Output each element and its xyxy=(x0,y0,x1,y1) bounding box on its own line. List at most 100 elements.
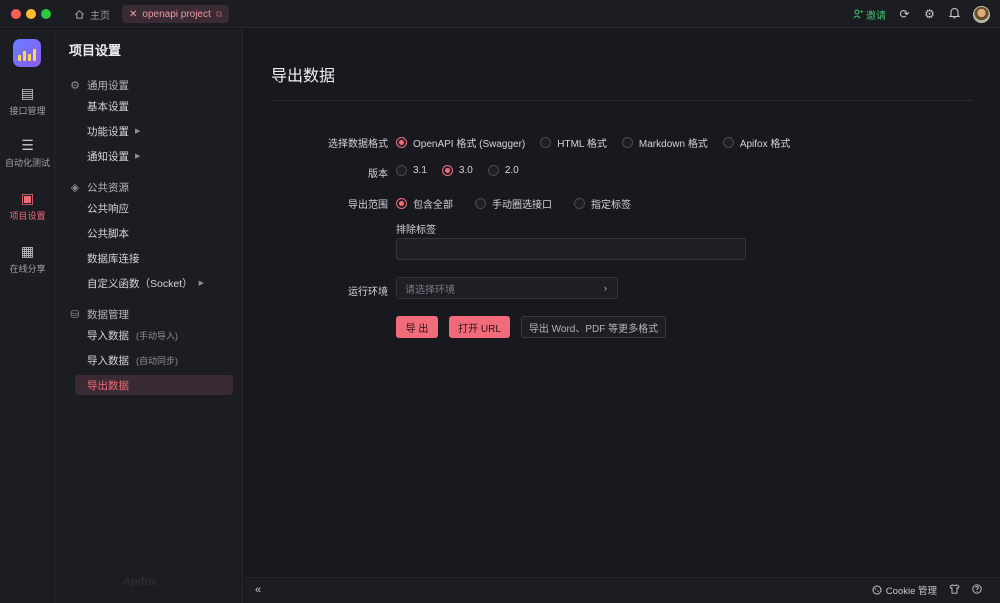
sidebar-item-public-script[interactable]: 公共脚本 xyxy=(75,223,233,243)
layers-icon: ☰ xyxy=(21,137,34,153)
sidebar-item-label: 导出数据 xyxy=(87,379,129,392)
radio-dot xyxy=(396,198,407,209)
export-more-formats-button[interactable]: 导出 Word、PDF 等更多格式 xyxy=(521,316,666,338)
gear-icon: ⚙ xyxy=(70,80,80,92)
radio-format-markdown[interactable]: Markdown 格式 xyxy=(621,135,708,150)
sidebar-item-label: 公共响应 xyxy=(87,202,129,215)
radio-label: 手动圈选接口 xyxy=(492,200,552,211)
sidebar-item-custom-function[interactable]: 自定义函数（Socket） ▶ xyxy=(75,273,233,293)
minimize-window-button[interactable] xyxy=(26,9,36,19)
tab-home-label: 主页 xyxy=(90,10,110,22)
format-label: 选择数据格式 xyxy=(328,139,388,150)
rail-item-automation-test[interactable]: ☰ 自动化测试 xyxy=(0,138,55,169)
external-link-icon[interactable]: ⧉ xyxy=(216,9,222,20)
shirt-icon[interactable] xyxy=(949,583,960,597)
group-public-resources: ◈ 公共资源 xyxy=(69,180,129,195)
sidebar-item-notification-settings[interactable]: 通知设置 ▶ xyxy=(75,146,233,166)
apifox-watermark: Apifox xyxy=(123,576,158,588)
cookie-icon xyxy=(872,585,882,595)
chevron-right-icon: › xyxy=(604,283,607,293)
rail-item-label: 接口管理 xyxy=(9,106,46,116)
exclude-tags-label: 排除标签 xyxy=(396,225,436,236)
radio-label: 包含全部 xyxy=(413,200,453,211)
api-icon: ▤ xyxy=(20,85,35,101)
page-title: 导出数据 xyxy=(271,68,336,85)
user-add-icon xyxy=(853,9,863,19)
sidebar-item-feature-settings[interactable]: 功能设置 ▶ xyxy=(75,121,233,141)
cookie-manager-button[interactable]: Cookie 管理 xyxy=(872,583,937,597)
sidebar-item-public-response[interactable]: 公共响应 xyxy=(75,198,233,218)
open-url-button[interactable]: 打开 URL xyxy=(449,316,510,338)
bell-icon[interactable] xyxy=(948,7,961,22)
sidebar-item-import-auto-sync[interactable]: 导入数据 (自动同步) xyxy=(75,350,233,370)
radio-dot xyxy=(722,137,734,148)
sidebar-item-label: 数据库连接 xyxy=(87,252,140,265)
radio-scope-all[interactable]: 包含全部 xyxy=(396,196,453,211)
maximize-window-button[interactable] xyxy=(41,9,51,19)
group-data-management: ⛁ 数据管理 xyxy=(69,307,129,322)
version-radio-group: 3.1 3.0 2.0 xyxy=(396,165,534,176)
radio-version-3-1[interactable]: 3.1 xyxy=(396,165,427,176)
app-logo[interactable] xyxy=(13,39,41,67)
sidebar-item-label: 自定义函数（Socket） xyxy=(87,277,193,290)
sidebar-item-export-data[interactable]: 导出数据 xyxy=(75,375,233,395)
radio-version-3-0[interactable]: 3.0 xyxy=(441,165,473,176)
radio-scope-manual[interactable]: 手动圈选接口 xyxy=(475,196,552,211)
collapse-sidebar-icon[interactable]: « xyxy=(255,584,261,596)
radio-scope-tags[interactable]: 指定标签 xyxy=(574,196,631,211)
radio-label: HTML 格式 xyxy=(557,139,607,150)
rail-item-label: 自动化测试 xyxy=(4,158,50,168)
radio-dot xyxy=(540,137,552,148)
cube-icon: ◈ xyxy=(70,182,80,194)
radio-format-html[interactable]: HTML 格式 xyxy=(540,135,607,150)
radio-dot xyxy=(487,165,499,176)
settings-doc-icon: ▣ xyxy=(20,190,35,206)
sync-icon[interactable]: ⟳ xyxy=(898,7,911,21)
tab-home[interactable]: 主页 xyxy=(74,5,110,23)
rail-item-online-share[interactable]: ▦ 在线分享 xyxy=(0,244,55,275)
rail-item-label: 项目设置 xyxy=(9,211,46,221)
gear-icon[interactable]: ⚙ xyxy=(923,7,936,21)
environment-label: 运行环境 xyxy=(348,287,388,298)
export-button[interactable]: 导 出 xyxy=(396,316,438,338)
version-label: 版本 xyxy=(368,169,388,180)
radio-format-apifox[interactable]: Apifox 格式 xyxy=(722,135,790,150)
sidebar-item-import-manual[interactable]: 导入数据 (手动导入) xyxy=(75,325,233,345)
sidebar-item-label: 通知设置 xyxy=(87,150,129,163)
invite-button[interactable]: 邀请 xyxy=(853,7,886,22)
close-window-button[interactable] xyxy=(11,9,21,19)
sidebar-item-database-connection[interactable]: 数据库连接 xyxy=(75,248,233,268)
radio-dot xyxy=(441,165,453,176)
tab-project[interactable]: ✕ openapi project ⧉ xyxy=(122,5,230,23)
sidebar-item-basic-settings[interactable]: 基本设置 xyxy=(75,96,233,116)
rail-item-project-settings[interactable]: ▣ 项目设置 xyxy=(0,191,55,222)
radio-dot xyxy=(574,198,585,209)
sidebar-item-label: 公共脚本 xyxy=(87,227,129,240)
exclude-tags-input[interactable] xyxy=(396,238,746,260)
environment-select[interactable]: 请选择环境 › xyxy=(396,277,618,299)
format-radio-group: OpenAPI 格式 (Swagger) HTML 格式 Markdown 格式… xyxy=(396,135,805,150)
radio-label: OpenAPI 格式 (Swagger) xyxy=(413,139,526,150)
sidebar-item-label: 导入数据 xyxy=(87,329,129,342)
sidebar-item-hint: (手动导入) xyxy=(136,330,178,341)
close-tab-icon[interactable]: ✕ xyxy=(129,9,137,20)
sidebar-item-hint: (自动同步) xyxy=(136,355,178,366)
radio-dot xyxy=(396,165,407,176)
radio-format-openapi[interactable]: OpenAPI 格式 (Swagger) xyxy=(396,135,525,150)
sidebar-item-label: 功能设置 xyxy=(87,125,129,138)
scope-radio-group: 包含全部 手动圈选接口 指定标签 xyxy=(396,196,646,211)
radio-version-2-0[interactable]: 2.0 xyxy=(487,165,519,176)
divider xyxy=(271,100,973,101)
tab-project-label: openapi project xyxy=(142,8,211,20)
rail-item-api-management[interactable]: ▤ 接口管理 xyxy=(0,86,55,117)
database-icon: ⛁ xyxy=(70,309,80,321)
radio-dot xyxy=(396,137,407,148)
radio-label: 2.0 xyxy=(504,165,519,176)
environment-placeholder: 请选择环境 xyxy=(405,284,455,296)
titlebar-actions: 邀请 ⟳ ⚙ xyxy=(853,4,990,24)
avatar[interactable] xyxy=(973,5,990,23)
radio-dot xyxy=(475,198,486,209)
help-icon[interactable] xyxy=(972,583,982,597)
cookie-label: Cookie 管理 xyxy=(885,586,937,597)
caret-right-icon: ▶ xyxy=(135,128,141,135)
